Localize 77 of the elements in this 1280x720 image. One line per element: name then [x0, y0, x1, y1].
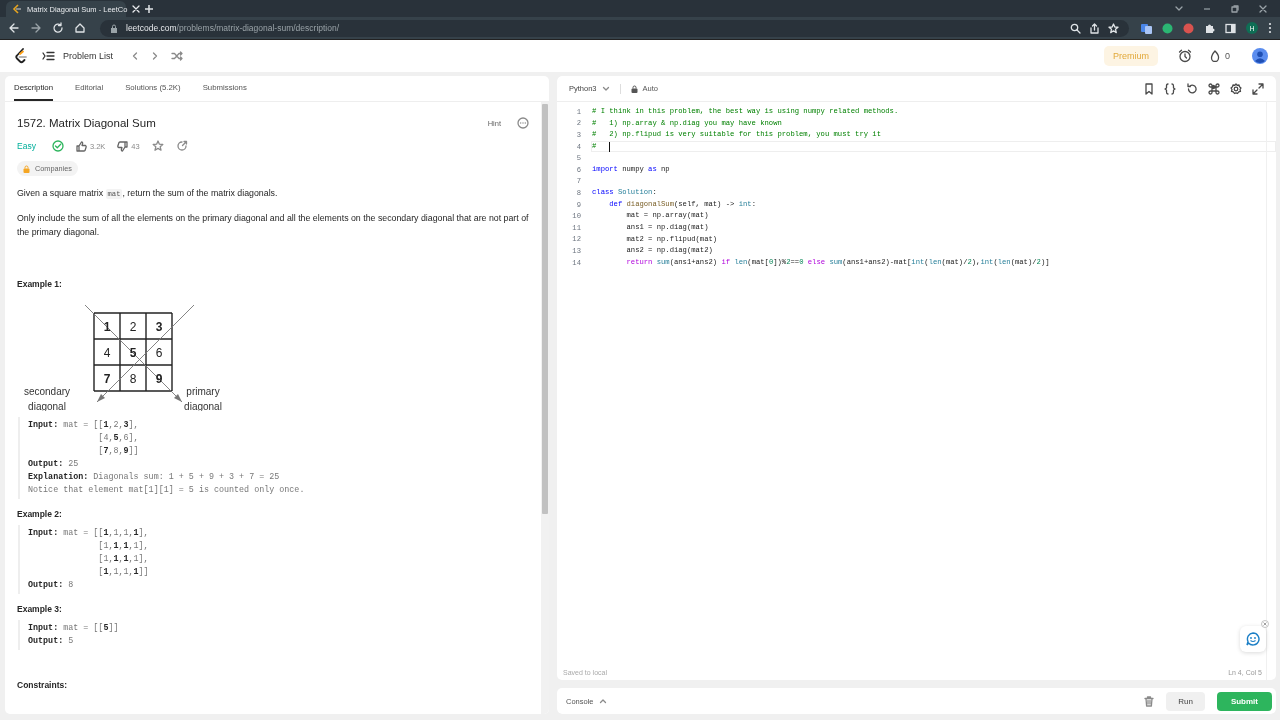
- forward-icon[interactable]: [30, 22, 42, 34]
- close-icon[interactable]: [1258, 3, 1268, 14]
- braces-icon[interactable]: [1164, 82, 1176, 95]
- address-field[interactable]: leetcode.com/problems/matrix-diagonal-sum/description/: [100, 19, 1129, 37]
- matrix-number: 7: [103, 372, 111, 386]
- command-icon[interactable]: [1208, 82, 1220, 95]
- lock-icon: [23, 164, 30, 173]
- logo-icon[interactable]: [14, 48, 28, 64]
- home-icon[interactable]: [74, 22, 86, 34]
- example-line: Input: mat = [[1,2,3],: [28, 419, 140, 432]
- chevron-down-icon: [601, 85, 610, 92]
- feedback-button[interactable]: [1240, 626, 1266, 652]
- trash-icon[interactable]: [1144, 695, 1155, 707]
- extension-icon[interactable]: [1162, 22, 1173, 34]
- example-line: [1,1,1,1],: [97, 553, 150, 566]
- reset-icon[interactable]: [1186, 82, 1198, 95]
- chevron-left-icon[interactable]: [131, 51, 140, 61]
- matrix-number: 8: [129, 372, 137, 386]
- more-icon[interactable]: [517, 117, 529, 129]
- lock-icon: [110, 23, 118, 33]
- problem-list-button[interactable]: Problem List: [42, 51, 114, 61]
- description-text: Only include the sum of all the elements on the primary diagonal and all the elements on the secondary diagonal that are not part of the primary diagonal.: [17, 212, 529, 239]
- example-line: [7,8,9]]: [97, 445, 140, 458]
- example-line: Output: 8: [28, 579, 75, 592]
- fullscreen-icon[interactable]: [1252, 82, 1264, 95]
- scrollbar[interactable]: [541, 102, 549, 714]
- chevron-right-icon[interactable]: [151, 51, 160, 61]
- site-icon: [12, 4, 22, 14]
- restore-icon[interactable]: [1230, 3, 1240, 14]
- matrix-number: 3: [155, 320, 163, 334]
- example-heading: Example 1:: [17, 279, 63, 289]
- example-line: Input: mat = [[1,1,1,1],: [28, 527, 150, 540]
- list-icon: [42, 51, 55, 61]
- scrollbar-thumb[interactable]: [542, 104, 548, 514]
- alarm-clock-icon[interactable]: [1178, 49, 1192, 63]
- problem-title: 1572. Matrix Diagonal Sum: [17, 117, 156, 129]
- text-caret: [609, 141, 611, 152]
- example-line: Output: 5: [28, 635, 75, 648]
- flame-icon: [1210, 50, 1220, 62]
- puzzle-icon[interactable]: [1204, 22, 1215, 34]
- constraints-heading: Constraints:: [17, 680, 69, 690]
- back-icon[interactable]: [8, 22, 20, 34]
- extension-icon[interactable]: [1183, 22, 1194, 34]
- smile-icon: [1246, 632, 1260, 646]
- share-icon[interactable]: [1089, 22, 1100, 34]
- example-line: [4,5,6],: [97, 432, 140, 445]
- thumbs-down-icon: [117, 140, 129, 152]
- settings-icon[interactable]: [1230, 82, 1242, 95]
- example-line: [1,1,1,1],: [97, 540, 150, 553]
- example-line: Explanation: Diagonals sum: 1 + 5 + 9 + 3 + 7 = 25: [28, 471, 281, 484]
- example-line: [1,1,1,1]]: [97, 566, 150, 579]
- example-line: Input: mat = [[5]]: [28, 622, 120, 635]
- shuffle-icon[interactable]: [171, 51, 184, 61]
- run-button[interactable]: Run: [1166, 691, 1205, 711]
- new-tab-icon[interactable]: [144, 3, 154, 14]
- matrix-number: 4: [103, 346, 111, 360]
- lock-icon: [630, 84, 638, 93]
- matrix-number: 2: [129, 320, 137, 334]
- side-panel-icon[interactable]: [1225, 22, 1236, 34]
- translate-icon[interactable]: [1141, 22, 1152, 34]
- streak-counter[interactable]: 0: [1210, 50, 1230, 62]
- zoom-icon[interactable]: [1070, 22, 1081, 34]
- star-icon[interactable]: [151, 140, 164, 152]
- matrix-number: 9: [155, 372, 163, 386]
- thumbs-up-icon: [75, 140, 87, 152]
- example-line: Output: 25: [28, 458, 80, 471]
- bookmark-icon[interactable]: [1144, 82, 1154, 95]
- example-line: Notice that element mat[1][1] = 5 is counted only once.: [28, 484, 306, 497]
- matrix-number: 6: [155, 346, 163, 360]
- chevron-down-icon[interactable]: [1174, 4, 1184, 13]
- chevron-up-icon: [598, 698, 607, 704]
- example-heading: Example 3:: [17, 604, 63, 614]
- menu-icon[interactable]: [1268, 22, 1272, 34]
- user-avatar-icon[interactable]: [1252, 48, 1268, 64]
- reload-icon[interactable]: [52, 22, 64, 34]
- example-heading: Example 2:: [17, 509, 63, 519]
- difficulty-label: Easy: [17, 141, 36, 151]
